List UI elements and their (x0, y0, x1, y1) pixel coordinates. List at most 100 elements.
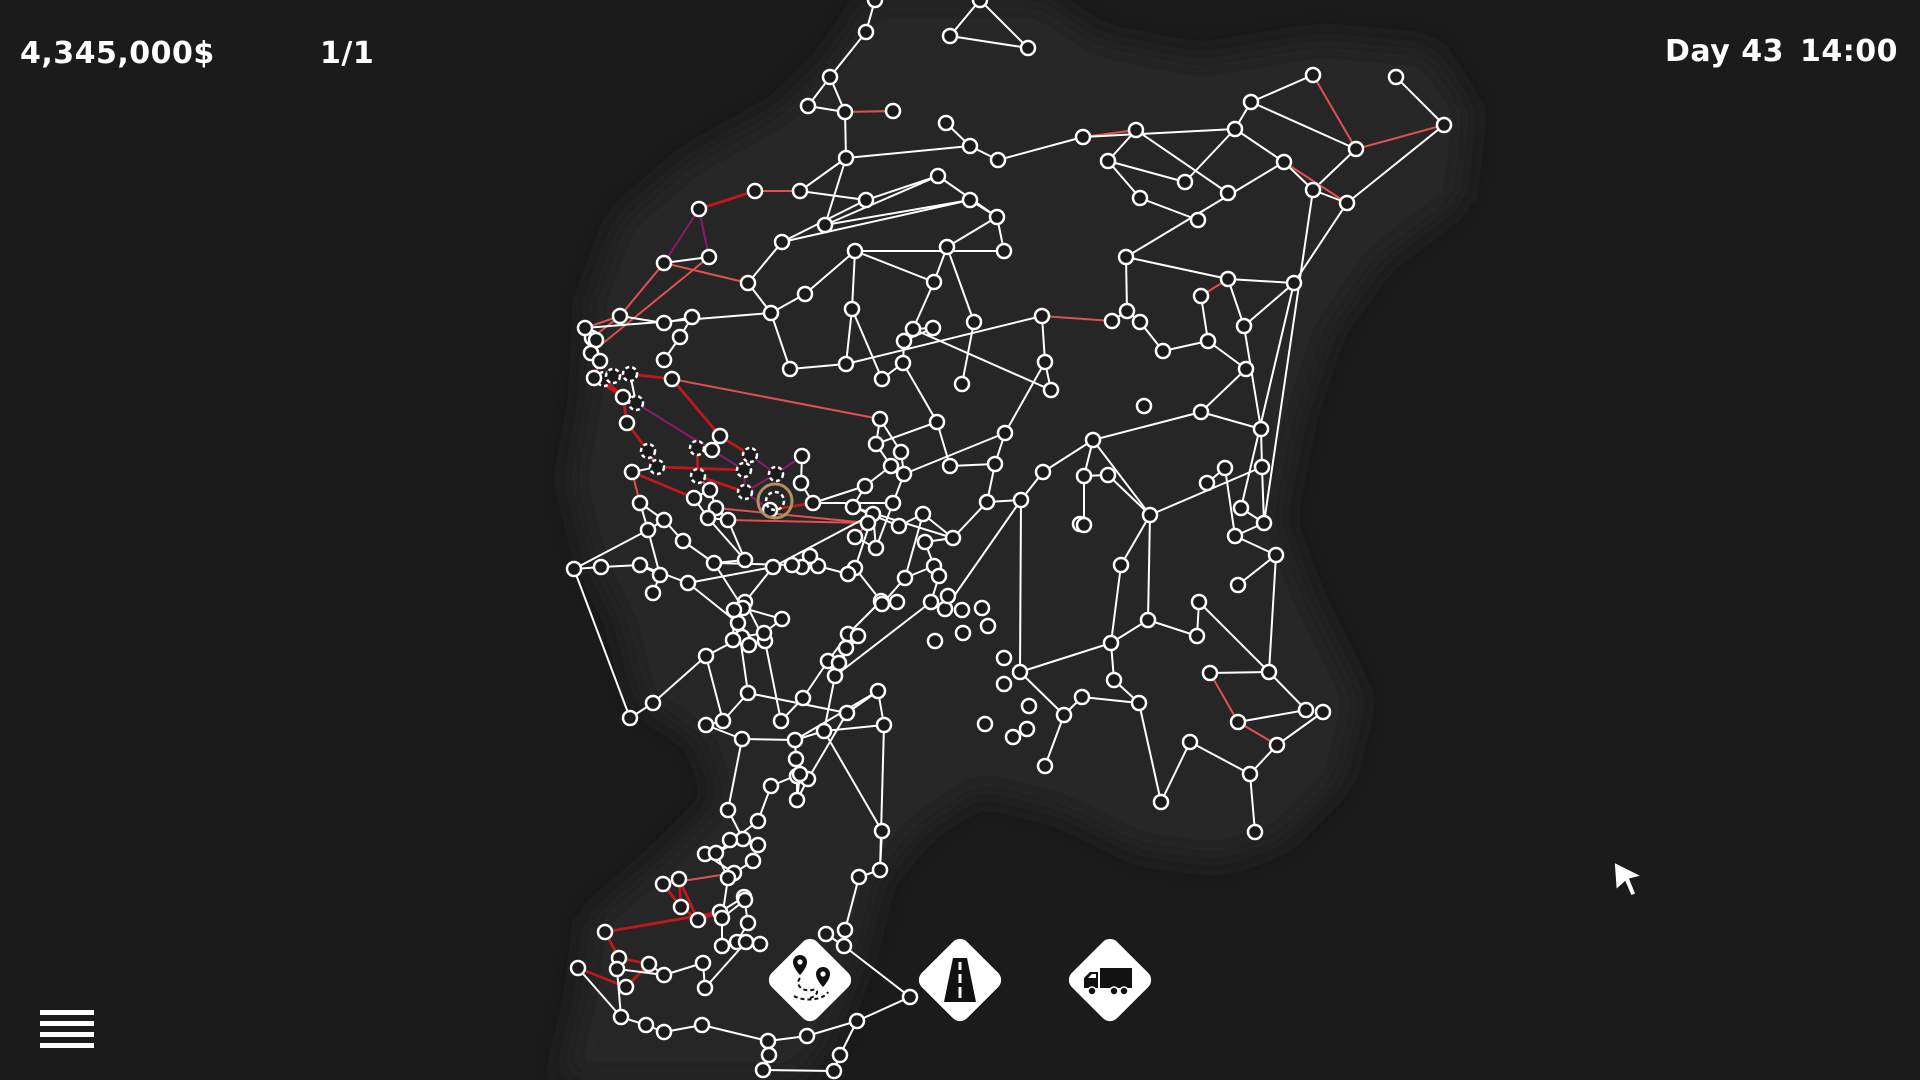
intersection-node[interactable] (1152, 793, 1170, 811)
intersection-node[interactable] (755, 624, 773, 642)
intersection-node[interactable] (596, 923, 614, 941)
intersection-node[interactable] (843, 300, 861, 318)
intersection-node[interactable] (651, 566, 669, 584)
intersection-node[interactable] (1131, 313, 1149, 331)
intersection-node[interactable] (736, 551, 754, 569)
intersection-node[interactable] (654, 875, 672, 893)
intersection-node[interactable] (733, 730, 751, 748)
trucks-button[interactable] (1064, 934, 1156, 1026)
intersection-node[interactable] (719, 801, 737, 819)
intersection-node[interactable] (1232, 499, 1250, 517)
intersection-node[interactable] (791, 765, 809, 783)
intersection-node[interactable] (995, 675, 1013, 693)
intersection-node[interactable] (857, 191, 875, 209)
intersection-node[interactable] (773, 610, 791, 628)
intersection-node[interactable] (926, 632, 944, 650)
intersection-node[interactable] (869, 682, 887, 700)
intersection-node[interactable] (1117, 248, 1135, 266)
intersection-node[interactable] (786, 731, 804, 749)
intersection-node[interactable] (792, 474, 810, 492)
intersection-node[interactable] (694, 954, 712, 972)
intersection-node[interactable] (697, 647, 715, 665)
intersection-node[interactable] (1139, 611, 1157, 629)
intersection-node[interactable] (713, 909, 731, 927)
intersection-node[interactable] (1285, 274, 1303, 292)
road-network-map[interactable] (0, 0, 1920, 1080)
intersection-node[interactable] (648, 458, 666, 476)
intersection-node[interactable] (788, 791, 806, 809)
intersection-node[interactable] (637, 1016, 655, 1034)
intersection-node[interactable] (954, 624, 972, 642)
intersection-node[interactable] (1102, 634, 1120, 652)
intersection-node[interactable] (796, 285, 814, 303)
road-segment[interactable] (1209, 671, 1270, 674)
intersection-node[interactable] (941, 27, 959, 45)
intersection-node[interactable] (674, 532, 692, 550)
intersection-node[interactable] (973, 599, 991, 617)
intersection-node[interactable] (867, 435, 885, 453)
intersection-node[interactable] (725, 601, 743, 619)
intersection-node[interactable] (1192, 287, 1210, 305)
intersection-node[interactable] (739, 274, 757, 292)
intersection-node[interactable] (762, 777, 780, 795)
intersection-node[interactable] (844, 498, 862, 516)
intersection-node[interactable] (608, 960, 626, 978)
intersection-node[interactable] (988, 208, 1006, 226)
intersection-node[interactable] (989, 151, 1007, 169)
intersection-node[interactable] (719, 869, 737, 887)
intersection-node[interactable] (875, 716, 893, 734)
intersection-node[interactable] (825, 1062, 843, 1080)
intersection-node[interactable] (1304, 66, 1322, 84)
intersection-node[interactable] (815, 722, 833, 740)
intersection-node[interactable] (749, 836, 767, 854)
intersection-node[interactable] (961, 137, 979, 155)
intersection-node[interactable] (1075, 516, 1093, 534)
intersection-node[interactable] (1199, 332, 1217, 350)
intersection-node[interactable] (591, 352, 609, 370)
intersection-node[interactable] (655, 511, 673, 529)
intersection-node[interactable] (1135, 397, 1153, 415)
road-segment[interactable] (762, 1069, 835, 1072)
intersection-node[interactable] (759, 1032, 777, 1050)
intersection-node[interactable] (838, 704, 856, 722)
intersection-node[interactable] (1219, 270, 1237, 288)
intersection-node[interactable] (1074, 128, 1092, 146)
intersection-node[interactable] (1219, 184, 1237, 202)
intersection-node[interactable] (836, 103, 854, 121)
intersection-node[interactable] (1019, 39, 1037, 57)
intersection-node[interactable] (783, 556, 801, 574)
intersection-node[interactable] (1181, 733, 1199, 751)
intersection-node[interactable] (1154, 342, 1172, 360)
intersection-node[interactable] (655, 314, 673, 332)
intersection-node[interactable] (1226, 120, 1244, 138)
intersection-node[interactable] (894, 354, 912, 372)
intersection-node[interactable] (760, 1046, 778, 1064)
intersection-node[interactable] (1246, 823, 1264, 841)
intersection-node[interactable] (799, 97, 817, 115)
intersection-node[interactable] (679, 574, 697, 592)
intersection-node[interactable] (850, 868, 868, 886)
intersection-node[interactable] (604, 367, 622, 385)
intersection-node[interactable] (1253, 458, 1271, 476)
intersection-node[interactable] (1338, 194, 1356, 212)
intersection-node[interactable] (1036, 757, 1054, 775)
intersection-node[interactable] (683, 308, 701, 326)
intersection-node[interactable] (655, 351, 673, 369)
intersection-node[interactable] (871, 410, 889, 428)
intersection-node[interactable] (736, 891, 754, 909)
intersection-node[interactable] (896, 569, 914, 587)
intersection-node[interactable] (618, 414, 636, 432)
intersection-node[interactable] (1042, 381, 1060, 399)
intersection-node[interactable] (700, 248, 718, 266)
intersection-node[interactable] (1075, 467, 1093, 485)
intersection-node[interactable] (791, 182, 809, 200)
intersection-node[interactable] (839, 565, 857, 583)
intersection-node[interactable] (739, 914, 757, 932)
intersection-node[interactable] (849, 627, 867, 645)
intersection-node[interactable] (856, 477, 874, 495)
intersection-node[interactable] (1201, 664, 1219, 682)
intersection-node[interactable] (739, 684, 757, 702)
intersection-node[interactable] (837, 149, 855, 167)
intersection-node[interactable] (787, 750, 805, 768)
intersection-node[interactable] (762, 304, 780, 322)
